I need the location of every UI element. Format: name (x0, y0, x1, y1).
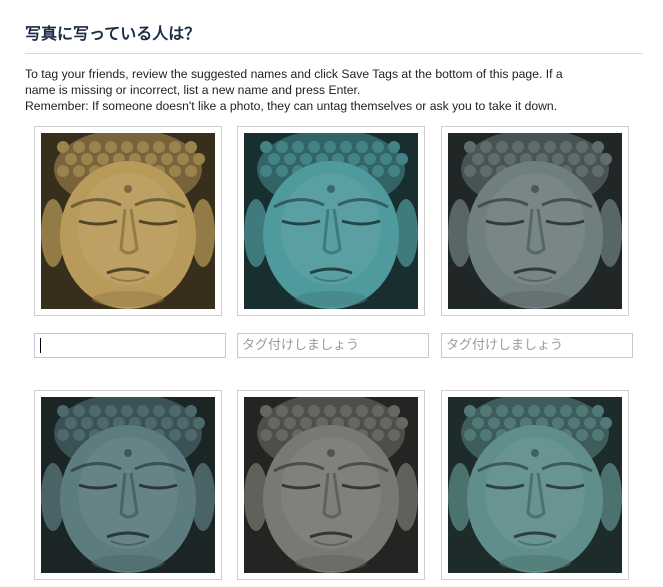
text-cursor (40, 338, 41, 353)
instructions-line: Remember: If someone doesn't like a phot… (25, 99, 558, 113)
face-photo-3[interactable] (441, 126, 629, 316)
face-photo-2[interactable] (237, 126, 425, 316)
title-divider (25, 53, 643, 54)
face-photo-1[interactable] (34, 126, 222, 316)
tagging-instructions: To tag your friends, review the suggeste… (25, 66, 640, 114)
face-photo-4[interactable] (34, 390, 222, 580)
instructions-line: To tag your friends, review the suggeste… (25, 67, 563, 81)
face-image (244, 133, 418, 309)
face-image (41, 133, 215, 309)
tag-name-input-1[interactable] (34, 333, 226, 358)
tag-name-input-2[interactable] (237, 333, 429, 358)
face-image (448, 397, 622, 573)
face-photo-5[interactable] (237, 390, 425, 580)
face-image (244, 397, 418, 573)
instructions-line: name is missing or incorrect, list a new… (25, 83, 361, 97)
face-photo-6[interactable] (441, 390, 629, 580)
face-image (41, 397, 215, 573)
face-image (448, 133, 622, 309)
tag-name-input-3[interactable] (441, 333, 633, 358)
page-title: 写真に写っている人は？ (25, 24, 201, 43)
